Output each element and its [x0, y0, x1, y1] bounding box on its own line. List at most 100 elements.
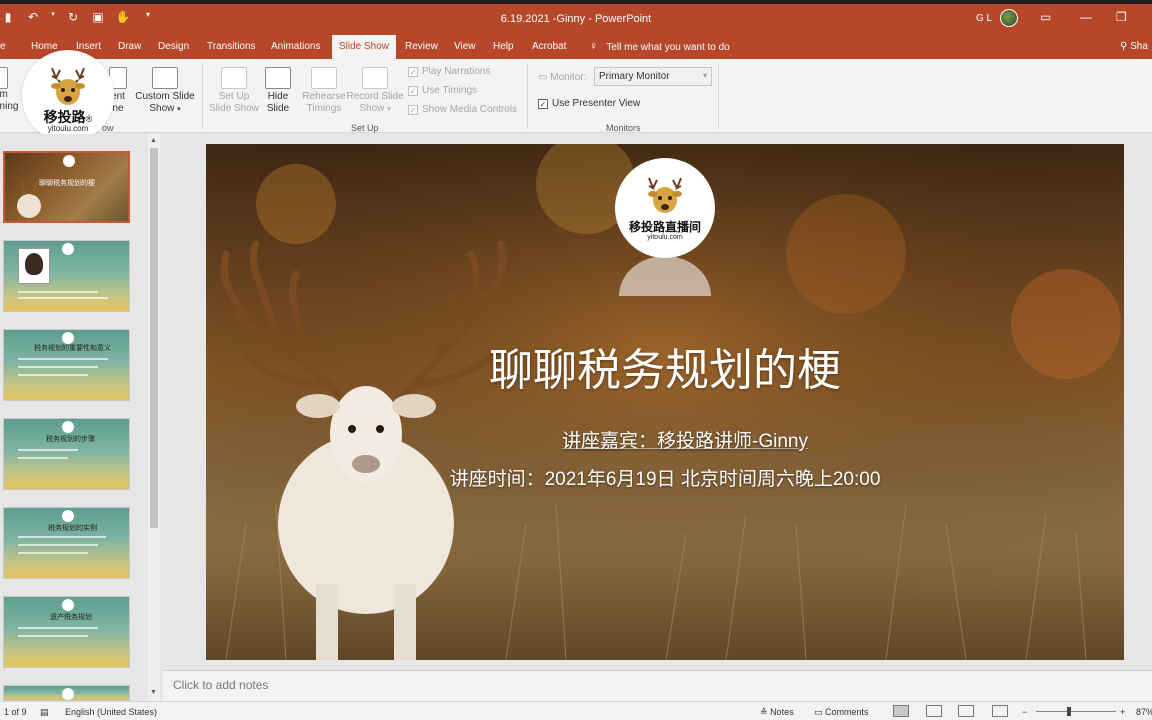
tab-draw[interactable]: Draw [118, 41, 141, 52]
show-media-controls-label: Show Media Controls [422, 104, 518, 115]
thumbnail-title: 税务规划的重要性和意义 [34, 345, 111, 352]
thumbnail-logo-icon [63, 155, 75, 167]
zoom-out-icon[interactable]: − [1022, 707, 1027, 717]
slideshow-view-icon[interactable] [992, 705, 1008, 717]
rehearse-timings-button[interactable]: Rehearse Timings [302, 67, 346, 115]
reading-view-icon[interactable] [958, 705, 974, 717]
tell-me-box[interactable]: ♀ Tell me what you want to do [589, 39, 730, 53]
accessibility-icon[interactable]: ▤ [40, 707, 49, 718]
tab-animations[interactable]: Animations [271, 41, 320, 52]
scrollbar-thumb[interactable] [150, 148, 158, 528]
slide-time[interactable]: 讲座时间：2021年6月19日 北京时间周六晚上20:00 [206, 464, 1124, 491]
thumbnail-slide-5[interactable]: 税务规划的实例 [3, 507, 130, 579]
from-beginning-button-partial[interactable]: om nning [0, 67, 24, 113]
deer-thumbnail-icon [17, 180, 41, 218]
deer-logo-icon [648, 177, 682, 213]
text-line [18, 366, 98, 368]
minimize-icon[interactable]: — [1080, 10, 1092, 24]
custom-slide-show-button[interactable]: Custom Slide Show ▾ [134, 67, 196, 116]
slide-speaker[interactable]: 讲座嘉宾：移投路讲师-Ginny [206, 426, 1124, 453]
rehearse-line2: Timings [306, 103, 342, 114]
use-timings-label: Use Timings [422, 85, 478, 96]
thumbnail-title: 遗产税务规划 [50, 614, 92, 621]
logo-reflection [619, 256, 711, 296]
rehearse-line1: Rehearse [302, 91, 346, 102]
top-strip [0, 0, 1152, 4]
btn1-line2: nning [0, 101, 19, 112]
tab-help[interactable]: Help [493, 41, 514, 52]
text-line [18, 544, 98, 546]
scroll-down-icon[interactable]: ▼ [150, 689, 157, 696]
current-slide[interactable]: 移投路直播间 yitoulu.com 聊聊税务规划的梗 讲座嘉宾：移投路讲师-G… [206, 144, 1124, 660]
notes-button[interactable]: ≙ Notes [760, 707, 794, 718]
thumbnail-slide-6[interactable]: 遗产税务规划 [3, 596, 130, 668]
zoom-slider-knob[interactable] [1067, 707, 1071, 716]
thumbnail-logo-icon [62, 688, 74, 700]
thumbnail-slide-7[interactable] [3, 685, 130, 701]
thumbnail-scrollbar[interactable]: ▲ ▼ [148, 134, 160, 701]
notes-pane[interactable]: Click to add notes [163, 670, 1152, 701]
tab-design[interactable]: Design [158, 41, 189, 52]
hide-line2: Slide [266, 103, 290, 114]
tab-view[interactable]: View [454, 41, 476, 52]
setup-slide-show-button[interactable]: Set Up Slide Show [208, 67, 260, 115]
record-slide-show-button[interactable]: Record Slide Show ▾ [346, 67, 404, 116]
logo-registered: ® [85, 114, 93, 124]
avatar[interactable] [1000, 9, 1018, 27]
share-button[interactable]: ⚲ Sha [1120, 41, 1148, 52]
custom-show-line1: Custom Slide [135, 91, 195, 102]
thumbnail-slide-2[interactable] [3, 240, 130, 312]
person-icon: ⚲ [1120, 41, 1128, 52]
tab-transitions[interactable]: Transitions [207, 41, 256, 52]
hide-slide-button[interactable]: Hide Slide [262, 67, 294, 115]
monitor-select[interactable]: Primary Monitor ▾ [594, 67, 712, 86]
text-line [18, 291, 98, 293]
show-media-controls-checkbox[interactable]: ✓ Show Media Controls [408, 104, 517, 115]
btn1-line1: om [0, 89, 8, 100]
tab-review[interactable]: Review [405, 41, 438, 52]
ribbon-separator [527, 63, 528, 129]
scroll-up-icon[interactable]: ▲ [150, 137, 157, 144]
thumbnail-slide-3[interactable]: 税务规划的重要性和意义 [3, 329, 130, 401]
zoom-level[interactable]: 87% [1136, 707, 1152, 717]
monitors-group-label: Monitors [606, 123, 641, 133]
play-icon [0, 67, 8, 89]
use-presenter-view-checkbox[interactable]: ✓ Use Presenter View [538, 98, 640, 109]
title-bar: ▮ ↶ ▾ ↻ ▣ ✋ ▾ 6.19.2021 -Ginny - PowerPo… [0, 0, 1152, 34]
zoom-slider[interactable] [1036, 711, 1116, 712]
thumbnail-title: 税务规划的步骤 [46, 436, 95, 443]
thumbnail-slide-1[interactable]: 聊聊税务规划的梗 [3, 151, 130, 223]
custom-show-icon [152, 67, 178, 89]
tab-acrobat[interactable]: Acrobat [532, 41, 566, 52]
user-initials[interactable]: G L [976, 13, 992, 24]
text-line [18, 457, 68, 459]
text-line [18, 552, 88, 554]
zoom-in-icon[interactable]: + [1120, 707, 1125, 717]
ribbon-display-icon[interactable]: ▭ [1040, 10, 1051, 24]
slide-logo-site: yitoulu.com [647, 234, 683, 241]
play-narrations-checkbox[interactable]: ✓ Play Narrations [408, 66, 490, 77]
text-line [18, 297, 108, 299]
hide-line1: Hide [267, 91, 289, 102]
share-label: Sha [1130, 41, 1148, 52]
use-timings-checkbox[interactable]: ✓ Use Timings [408, 85, 477, 96]
restore-icon[interactable]: ❐ [1116, 10, 1127, 24]
slide-sorter-icon[interactable] [926, 705, 942, 717]
notes-label: Notes [770, 707, 794, 717]
record-icon [362, 67, 388, 89]
comment-icon: ▭ [814, 707, 823, 717]
record-line2: Show [359, 103, 385, 114]
tab-file-partial[interactable]: e [0, 41, 6, 52]
slide-title[interactable]: 聊聊税务规划的梗 [206, 334, 1124, 398]
thumbnail-logo-icon [62, 421, 74, 433]
comments-button[interactable]: ▭ Comments [814, 707, 869, 718]
hide-slide-icon [265, 67, 291, 89]
language-indicator[interactable]: English (United States) [65, 707, 157, 717]
normal-view-icon[interactable] [893, 705, 909, 717]
slide-logo-brand: 移投路直播间 [628, 220, 701, 234]
portrait-icon [25, 253, 43, 275]
tab-slide-show[interactable]: Slide Show [332, 35, 397, 59]
monitor-label: ▭ Monitor: [538, 72, 586, 83]
thumbnail-slide-4[interactable]: 税务规划的步骤 [3, 418, 130, 490]
text-line [18, 358, 108, 360]
